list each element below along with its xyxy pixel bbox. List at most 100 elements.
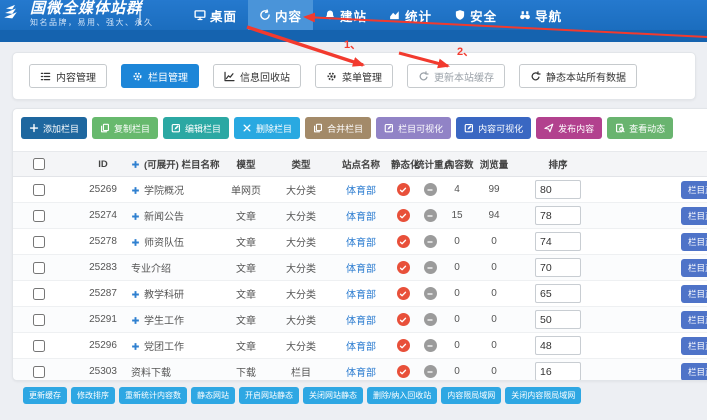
action-button[interactable]: 编辑栏目 bbox=[163, 117, 229, 139]
static-on-badge check-icon[interactable] bbox=[397, 365, 410, 378]
site-name-link[interactable]: 体育部 bbox=[346, 290, 376, 301]
footer-button[interactable]: 更新缓存 bbox=[23, 387, 67, 404]
footer-button[interactable]: 关闭内容限局域网 bbox=[505, 387, 581, 404]
nav-item-recycle[interactable]: 内容 bbox=[248, 0, 313, 30]
site-name-link[interactable]: 体育部 bbox=[346, 316, 376, 327]
stat-focus-badge dash-icon[interactable] bbox=[424, 261, 437, 274]
sort-input[interactable] bbox=[535, 232, 581, 251]
stat-focus-badge dash-icon[interactable] bbox=[424, 287, 437, 300]
sort-input[interactable] bbox=[535, 310, 581, 329]
toolbar: 内容管理栏目管理信息回收站菜单管理更新本站缓存静态本站所有数据 bbox=[13, 53, 695, 99]
stat-focus-badge dash-icon[interactable] bbox=[424, 339, 437, 352]
stat-focus-badge dash-icon[interactable] bbox=[424, 313, 437, 326]
column-name-link[interactable]: 新闻公告 bbox=[144, 212, 184, 223]
column-goto-button[interactable]: 栏目直达 bbox=[681, 181, 707, 199]
column-goto-button[interactable]: 栏目直达 bbox=[681, 233, 707, 251]
action-button[interactable]: 栏目可视化 bbox=[376, 117, 451, 139]
column-name-link[interactable]: 师资队伍 bbox=[144, 238, 184, 249]
column-name-link[interactable]: 学生工作 bbox=[144, 316, 184, 327]
site-name-link[interactable]: 体育部 bbox=[346, 212, 376, 223]
sort-input[interactable] bbox=[535, 362, 581, 381]
logo-text: 国微全媒体站群 知名品牌，易用、强大、永久 bbox=[30, 0, 154, 28]
column-goto-button[interactable]: 栏目直达 bbox=[681, 207, 707, 225]
select-all-checkbox[interactable] bbox=[33, 158, 45, 170]
static-on-badge check-icon[interactable] bbox=[397, 209, 410, 222]
footer-button[interactable]: 修改排序 bbox=[71, 387, 115, 404]
site-name-link[interactable]: 体育部 bbox=[346, 186, 376, 197]
column-goto-button[interactable]: 栏目直达 bbox=[681, 311, 707, 329]
action-button[interactable]: 复制栏目 bbox=[92, 117, 158, 139]
footer-button[interactable]: 开启网站静态 bbox=[239, 387, 299, 404]
row-checkbox[interactable] bbox=[33, 314, 45, 326]
stat-focus-badge dash-icon[interactable] bbox=[424, 183, 437, 196]
row-checkbox[interactable] bbox=[33, 288, 45, 300]
expand-plus-icon[interactable] bbox=[131, 316, 144, 327]
sort-input[interactable] bbox=[535, 258, 581, 277]
expand-plus-icon[interactable] bbox=[131, 342, 144, 353]
column-name-link[interactable]: 学院概况 bbox=[144, 186, 184, 197]
content-count-cell: 0 bbox=[445, 333, 469, 359]
logo-title: 国微全媒体站群 bbox=[30, 0, 154, 18]
column-goto-button[interactable]: 栏目直达 bbox=[681, 285, 707, 303]
static-on-badge check-icon[interactable] bbox=[397, 313, 410, 326]
sort-input[interactable] bbox=[535, 180, 581, 199]
stat-focus-badge dash-icon[interactable] bbox=[424, 235, 437, 248]
toolbar-button[interactable]: 栏目管理 bbox=[121, 64, 199, 88]
static-on-badge check-icon[interactable] bbox=[397, 183, 410, 196]
action-button[interactable]: 删除栏目 bbox=[234, 117, 300, 139]
static-on-badge check-icon[interactable] bbox=[397, 235, 410, 248]
row-checkbox[interactable] bbox=[33, 184, 45, 196]
toolbar-button[interactable]: 更新本站缓存 bbox=[407, 64, 505, 88]
sort-input[interactable] bbox=[535, 206, 581, 225]
column-name-link[interactable]: 党团工作 bbox=[144, 342, 184, 353]
static-on-badge check-icon[interactable] bbox=[397, 261, 410, 274]
column-name-link[interactable]: 资料下载 bbox=[131, 368, 171, 379]
toolbar-button[interactable]: 静态本站所有数据 bbox=[519, 64, 637, 88]
row-checkbox[interactable] bbox=[33, 210, 45, 222]
site-name-link[interactable]: 体育部 bbox=[346, 368, 376, 379]
column-name-link[interactable]: 专业介绍 bbox=[131, 264, 171, 275]
stat-focus-badge dash-icon[interactable] bbox=[424, 365, 437, 378]
column-goto-button[interactable]: 栏目直达 bbox=[681, 363, 707, 381]
static-on-badge check-icon[interactable] bbox=[397, 339, 410, 352]
nav-item-desktop[interactable]: 桌面 bbox=[183, 0, 248, 30]
sort-input[interactable] bbox=[535, 336, 581, 355]
row-checkbox[interactable] bbox=[33, 340, 45, 352]
expand-plus-icon[interactable] bbox=[131, 238, 144, 249]
footer-button[interactable]: 内容限局域网 bbox=[441, 387, 501, 404]
toolbar-button[interactable]: 信息回收站 bbox=[213, 64, 301, 88]
column-header: ID bbox=[75, 152, 131, 177]
nav-item-bell[interactable]: 建站 bbox=[313, 0, 378, 30]
footer-button[interactable]: 删除/纳入回收站 bbox=[367, 387, 437, 404]
action-button[interactable]: 查看动态 bbox=[607, 117, 673, 139]
action-button[interactable]: 内容可视化 bbox=[456, 117, 531, 139]
column-goto-button[interactable]: 栏目直达 bbox=[681, 259, 707, 277]
expand-plus-icon[interactable] bbox=[131, 186, 144, 197]
footer-button[interactable]: 关闭网站静态 bbox=[303, 387, 363, 404]
row-checkbox[interactable] bbox=[33, 366, 45, 378]
site-name-link[interactable]: 体育部 bbox=[346, 238, 376, 249]
toolbar-button[interactable]: 内容管理 bbox=[29, 64, 107, 88]
toolbar-button[interactable]: 菜单管理 bbox=[315, 64, 393, 88]
static-on-badge check-icon[interactable] bbox=[397, 287, 410, 300]
column-goto-button[interactable]: 栏目直达 bbox=[681, 337, 707, 355]
footer-button[interactable]: 静态网站 bbox=[191, 387, 235, 404]
footer-button[interactable]: 重新统计内容数 bbox=[119, 387, 187, 404]
nav-item-binoculars[interactable]: 导航 bbox=[508, 0, 573, 30]
site-name-link[interactable]: 体育部 bbox=[346, 342, 376, 353]
type-cell: 大分类 bbox=[271, 333, 331, 359]
expand-plus-icon[interactable] bbox=[131, 290, 144, 301]
nav-item-chart-area[interactable]: 统计 bbox=[378, 0, 443, 30]
expand-plus-icon[interactable] bbox=[131, 212, 144, 223]
stat-focus-badge dash-icon[interactable] bbox=[424, 209, 437, 222]
row-checkbox[interactable] bbox=[33, 262, 45, 274]
action-button[interactable]: 添加栏目 bbox=[21, 117, 87, 139]
column-name-link[interactable]: 教学科研 bbox=[144, 290, 184, 301]
row-checkbox[interactable] bbox=[33, 236, 45, 248]
nav-item-shield[interactable]: 安全 bbox=[443, 0, 508, 30]
sort-input[interactable] bbox=[535, 284, 581, 303]
table-head: ID(可展开) 栏目名称模型类型站点名称静态化统计重点内容数浏览量排序 bbox=[13, 152, 707, 177]
action-button[interactable]: 合并栏目 bbox=[305, 117, 371, 139]
action-button[interactable]: 发布内容 bbox=[536, 117, 602, 139]
site-name-link[interactable]: 体育部 bbox=[346, 264, 376, 275]
